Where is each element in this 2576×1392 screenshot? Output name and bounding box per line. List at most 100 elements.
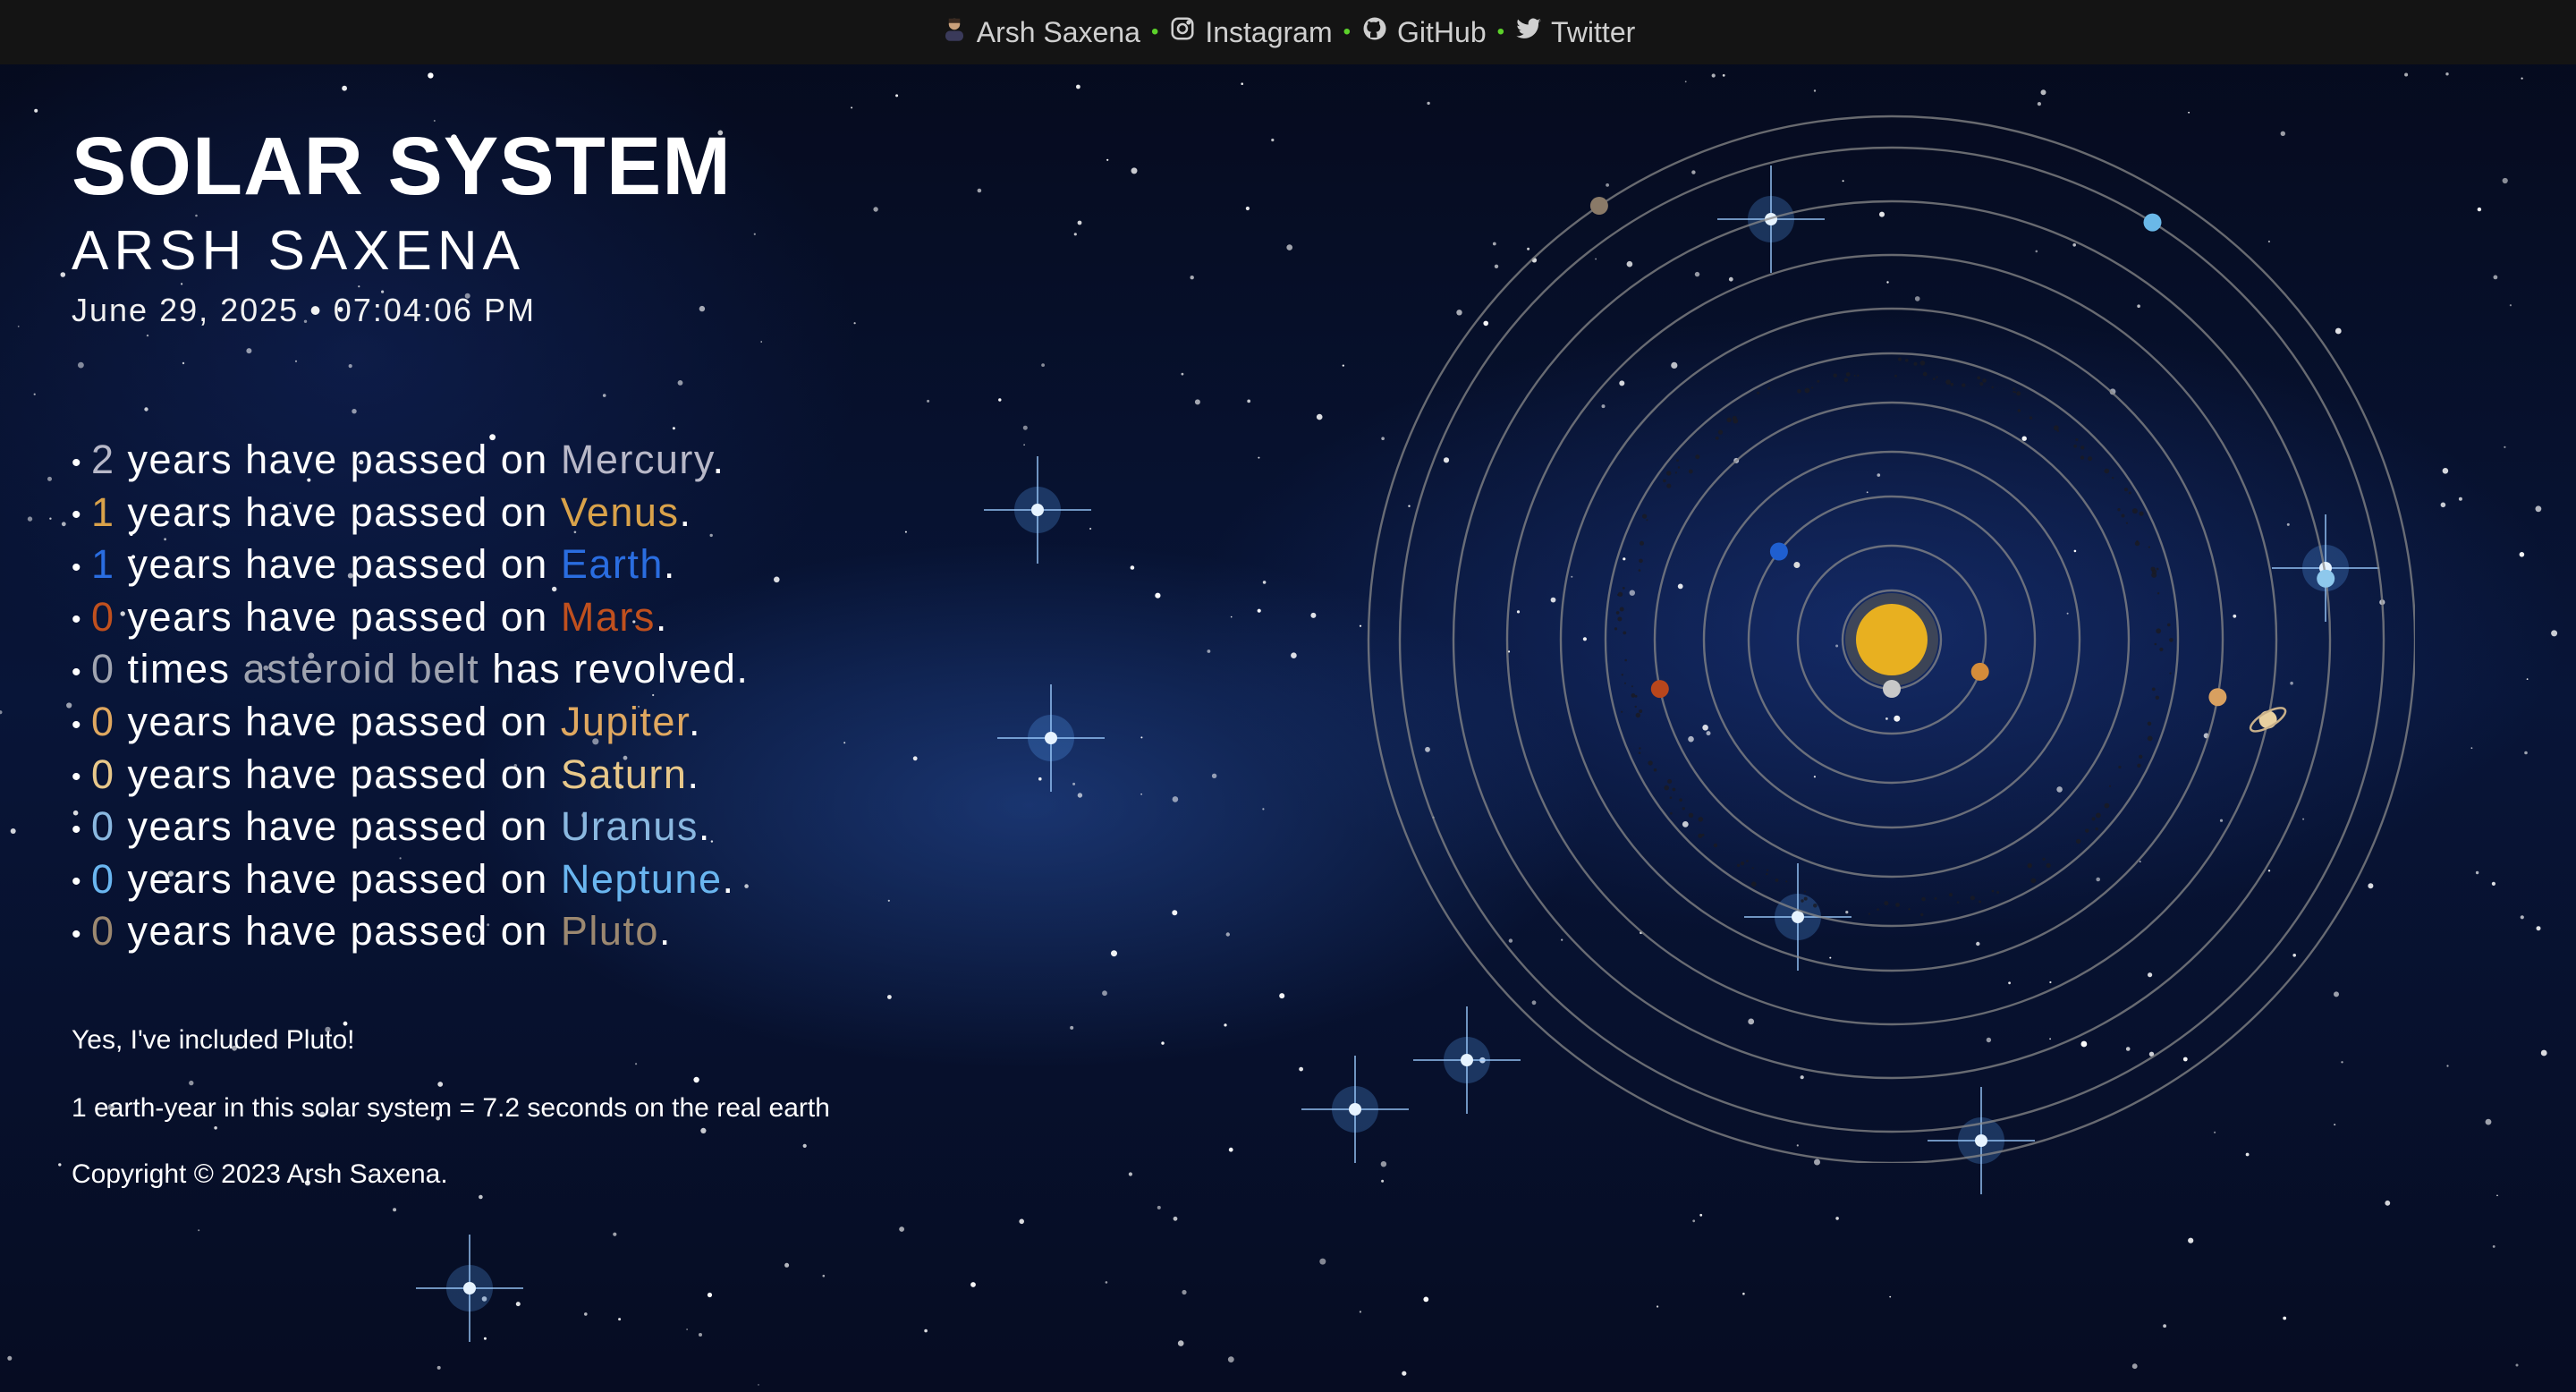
star xyxy=(1072,782,1076,785)
star xyxy=(2283,1316,2287,1320)
nav-link-github[interactable]: GitHub xyxy=(1361,15,1487,49)
star xyxy=(1161,1041,1165,1045)
asteroid xyxy=(1785,880,1788,883)
star xyxy=(1742,1292,1745,1295)
stat-item: 0 years have passed on Jupiter. xyxy=(72,697,966,750)
asteroid xyxy=(1639,747,1641,750)
asteroid xyxy=(1717,429,1724,435)
stat-item: 1 years have passed on Earth. xyxy=(72,539,966,592)
stat-text: times xyxy=(114,646,243,692)
asteroid xyxy=(1631,685,1633,688)
asteroid xyxy=(1932,378,1936,380)
asteroid xyxy=(1948,893,1953,897)
star xyxy=(1271,138,1275,142)
star xyxy=(58,1163,62,1167)
stat-count: 0 xyxy=(91,593,115,640)
star xyxy=(2440,502,2446,508)
asteroid xyxy=(1634,705,1637,709)
asteroid xyxy=(2053,425,2059,431)
star xyxy=(707,1292,713,1298)
stat-body-name: Jupiter xyxy=(560,699,689,745)
star xyxy=(1076,84,1080,89)
star xyxy=(483,1337,487,1340)
asteroid xyxy=(1979,382,1984,386)
star xyxy=(1224,1023,1227,1027)
stat-body-name: Pluto xyxy=(560,908,659,955)
stat-count: 0 xyxy=(91,908,115,955)
asteroid xyxy=(2159,647,2164,652)
star xyxy=(1177,1340,1184,1346)
copyright-text: Copyright © 2023 Arsh Saxena. xyxy=(72,1159,448,1190)
stat-count: 2 xyxy=(91,437,115,482)
asteroid xyxy=(1623,631,1627,635)
asteroid xyxy=(2104,802,2110,809)
asteroid xyxy=(1713,843,1718,848)
star xyxy=(1316,413,1323,420)
star xyxy=(1225,932,1231,937)
asteroid xyxy=(1653,768,1657,772)
asteroid xyxy=(1619,607,1624,612)
asteroid xyxy=(2169,638,2174,642)
star xyxy=(1023,444,1025,446)
asteroid xyxy=(1624,658,1627,662)
star xyxy=(1106,158,1109,161)
asteroid xyxy=(2117,508,2121,512)
stat-body-name: Venus xyxy=(560,488,680,535)
star xyxy=(2521,77,2523,80)
asteroid xyxy=(1979,900,1982,904)
star xyxy=(436,1365,441,1370)
star xyxy=(618,1318,622,1321)
stat-item: 0 years have passed on Uranus. xyxy=(72,802,966,854)
twitter-icon xyxy=(1515,15,1542,49)
star xyxy=(1181,372,1184,376)
asteroid xyxy=(2016,391,2021,396)
asteroid xyxy=(1919,361,1926,366)
star xyxy=(1111,950,1117,957)
asteroid xyxy=(1733,418,1739,424)
star xyxy=(2504,446,2506,448)
star xyxy=(1359,1311,1361,1313)
star xyxy=(1299,1066,1303,1072)
star xyxy=(1089,527,1092,530)
star xyxy=(899,1226,904,1232)
nav-link-instagram[interactable]: Instagram xyxy=(1169,15,1333,49)
stat-suffix: . xyxy=(698,803,711,850)
star xyxy=(2536,926,2541,931)
asteroid xyxy=(1638,569,1641,572)
planet-pluto xyxy=(1589,197,1608,215)
stat-item: 2 years have passed on Mercury. xyxy=(72,435,966,488)
nav-link-twitter[interactable]: Twitter xyxy=(1515,15,1635,49)
asteroid xyxy=(2148,546,2150,548)
asteroid xyxy=(2157,592,2160,595)
star xyxy=(1241,82,1243,85)
nav-link-author[interactable]: Arsh Saxena xyxy=(941,15,1140,49)
asteroid xyxy=(2030,878,2037,884)
star xyxy=(1319,1258,1326,1265)
asteroid xyxy=(1934,896,1937,900)
star xyxy=(1022,425,1028,430)
stat-text: years have passed on xyxy=(114,541,561,588)
asteroid xyxy=(1913,361,1918,366)
asteroid xyxy=(1996,891,2000,894)
asteroid xyxy=(1921,896,1926,902)
asteroid xyxy=(2147,721,2152,726)
star xyxy=(1073,233,1077,236)
stat-suffix: . xyxy=(712,437,725,482)
star xyxy=(2493,275,2498,280)
star xyxy=(2509,304,2512,307)
stat-body-name: asteroid belt xyxy=(242,646,480,692)
star xyxy=(1835,1217,1839,1220)
star xyxy=(758,1384,759,1386)
star xyxy=(2404,72,2409,77)
stat-count: 0 xyxy=(91,699,115,745)
star xyxy=(1262,808,1265,811)
asteroid xyxy=(2104,468,2110,474)
asteroid xyxy=(1679,798,1682,802)
asteroid xyxy=(1674,471,1677,474)
asteroid xyxy=(1817,379,1820,383)
stat-count: 0 xyxy=(91,855,115,902)
star xyxy=(479,1194,483,1200)
asteroid xyxy=(2012,387,2015,390)
asteroid xyxy=(1621,710,1623,713)
star xyxy=(784,1262,790,1268)
